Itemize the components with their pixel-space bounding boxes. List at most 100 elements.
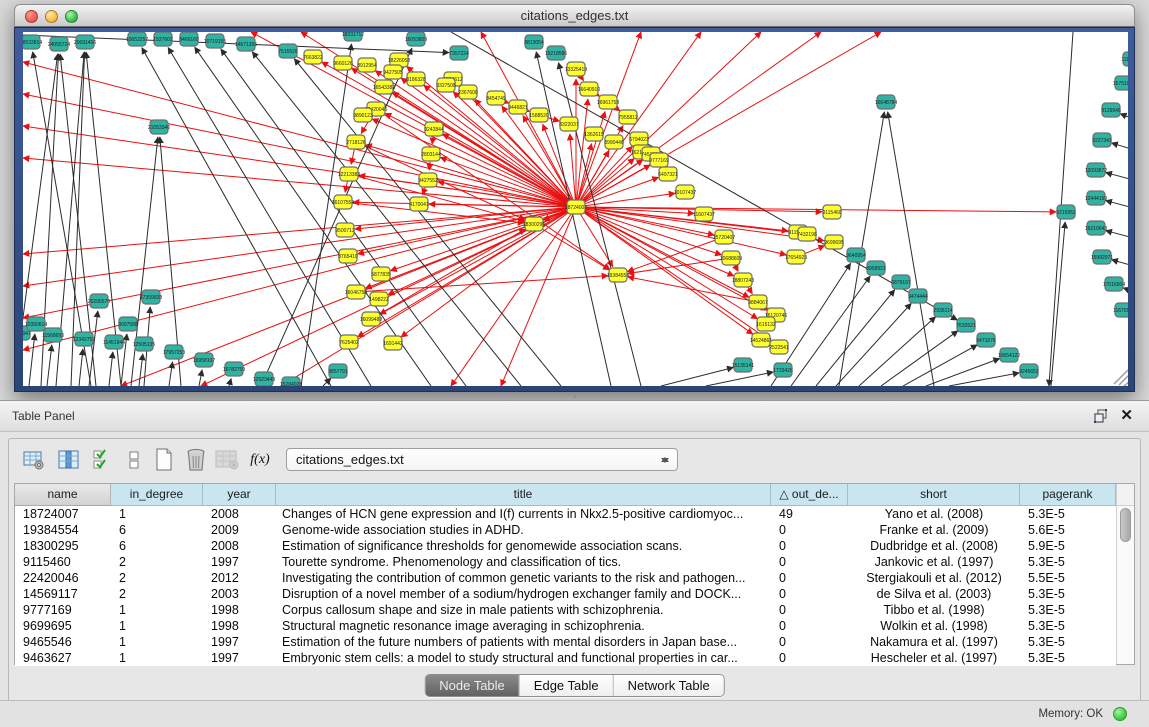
graph-node[interactable]: 1588520 bbox=[529, 108, 549, 122]
table-row[interactable]: 946362711997Embryonic stem cells: a mode… bbox=[15, 650, 1116, 666]
function-builder-icon[interactable]: f(x) bbox=[247, 447, 273, 473]
graph-node[interactable]: 1615132 bbox=[756, 317, 776, 331]
table-cell[interactable]: 0 bbox=[771, 586, 848, 602]
graph-node[interactable]: 7663822 bbox=[303, 50, 323, 64]
table-cell[interactable]: Hescheler et al. (1997) bbox=[848, 650, 1020, 666]
graph-edge[interactable] bbox=[79, 349, 83, 386]
graph-node[interactable]: 11607437 bbox=[693, 207, 715, 221]
graph-node[interactable]: 10688609 bbox=[720, 251, 742, 265]
graph-node[interactable]: 17359928 bbox=[140, 290, 162, 304]
graph-node[interactable]: 7632621 bbox=[956, 318, 976, 332]
table-cell[interactable]: Investigating the contribution of common… bbox=[276, 570, 771, 586]
graph-node[interactable]: 9446821 bbox=[508, 100, 528, 114]
table-cell[interactable]: Disruption of a novel member of a sodium… bbox=[276, 586, 771, 602]
graph-edge[interactable] bbox=[926, 358, 1000, 386]
graph-edge[interactable] bbox=[706, 372, 773, 386]
graph-node[interactable]: 10350614 bbox=[25, 317, 47, 331]
table-cell[interactable]: 5.3E-5 bbox=[1020, 586, 1116, 602]
table-cell[interactable]: 5.3E-5 bbox=[1020, 634, 1116, 650]
graph-edge[interactable] bbox=[261, 48, 412, 386]
graph-node[interactable]: 12923448 bbox=[253, 372, 275, 386]
graph-node[interactable]: 9227343 bbox=[1092, 133, 1112, 147]
graph-node[interactable]: 7955812 bbox=[618, 110, 638, 124]
scrollbar-thumb[interactable] bbox=[1120, 508, 1131, 542]
graph-node[interactable]: 15135141 bbox=[732, 358, 754, 372]
table-cell[interactable]: Genome-wide association studies in ADHD. bbox=[276, 522, 771, 538]
graph-node[interactable]: 7432198 bbox=[797, 227, 817, 241]
table-cell[interactable]: de Silva et al. (2003) bbox=[848, 586, 1020, 602]
graph-node[interactable]: 16961758 bbox=[597, 95, 619, 109]
graph-node[interactable]: 9327508 bbox=[436, 78, 456, 92]
table-cell[interactable]: Estimation of the future numbers of pati… bbox=[276, 634, 771, 650]
graph-node[interactable]: 15751074 bbox=[1113, 76, 1128, 90]
graph-node[interactable]: 1733426 bbox=[773, 363, 793, 377]
graph-node[interactable]: 9129946 bbox=[1101, 103, 1121, 117]
table-cell[interactable]: Corpus callosum shape and size in male p… bbox=[276, 602, 771, 618]
table-cell[interactable]: 2003 bbox=[203, 586, 276, 602]
graph-node[interactable]: 9699695 bbox=[824, 235, 844, 249]
table-cell[interactable]: Stergiakouli et al. (2012) bbox=[848, 570, 1020, 586]
table-row[interactable]: 2242004622012Investigating the contribut… bbox=[15, 570, 1116, 586]
graph-node[interactable]: 9857791 bbox=[328, 364, 348, 378]
table-cell[interactable]: Tourette syndrome. Phenomenology and cla… bbox=[276, 554, 771, 570]
new-table-icon[interactable] bbox=[151, 447, 177, 473]
tab-edge-table[interactable]: Edge Table bbox=[519, 675, 613, 696]
table-cell[interactable]: 6 bbox=[111, 522, 203, 538]
graph-node[interactable]: 4170041 bbox=[409, 197, 429, 211]
memory-ok-indicator-icon[interactable] bbox=[1113, 707, 1127, 721]
graph-node[interactable]: 17016504 bbox=[1103, 277, 1125, 291]
table-cell[interactable]: 9115460 bbox=[15, 554, 111, 570]
graph-node[interactable]: 2522541 bbox=[769, 340, 789, 354]
graph-node[interactable]: 10653257 bbox=[126, 32, 148, 46]
graph-node[interactable]: 8322037 bbox=[559, 117, 579, 131]
graph-edge[interactable] bbox=[380, 207, 576, 314]
graph-node[interactable]: 1527602 bbox=[153, 32, 173, 46]
graph-edge[interactable] bbox=[109, 352, 113, 386]
network-canvas[interactable]: 1853381424055724206914061065325715276028… bbox=[23, 32, 1128, 386]
graph-edge[interactable] bbox=[881, 331, 958, 386]
graph-node[interactable]: 16099489 bbox=[360, 312, 382, 326]
graph-node[interactable]: 8912954 bbox=[357, 58, 377, 72]
table-cell[interactable]: 5.3E-5 bbox=[1020, 602, 1116, 618]
table-cell[interactable]: 9699695 bbox=[15, 618, 111, 634]
table-cell[interactable]: 1 bbox=[111, 602, 203, 618]
table-row[interactable]: 946554611997Estimation of the future num… bbox=[15, 634, 1116, 650]
graph-edge[interactable] bbox=[791, 276, 870, 386]
graph-node[interactable]: 9884067 bbox=[748, 295, 768, 309]
table-cell[interactable]: 2 bbox=[111, 570, 203, 586]
table-cell[interactable]: 0 bbox=[771, 554, 848, 570]
graph-edge[interactable] bbox=[29, 334, 35, 386]
table-cell[interactable]: 5.3E-5 bbox=[1020, 650, 1116, 666]
table-row[interactable]: 1872400712008Changes of HCN gene express… bbox=[15, 506, 1116, 522]
graph-node[interactable]: 1498222 bbox=[369, 292, 389, 306]
table-cell[interactable]: 0 bbox=[771, 618, 848, 634]
graph-node[interactable]: 8958923 bbox=[866, 261, 886, 275]
select-column-icon[interactable] bbox=[56, 447, 82, 473]
graph-node[interactable]: 18807243 bbox=[732, 273, 754, 287]
table-cell[interactable]: 5.9E-5 bbox=[1020, 538, 1116, 554]
table-cell[interactable]: 18300295 bbox=[15, 538, 111, 554]
table-cell[interactable]: 5.6E-5 bbox=[1020, 522, 1116, 538]
graph-edge[interactable] bbox=[949, 373, 1019, 386]
table-settings-icon[interactable] bbox=[21, 447, 47, 473]
table-cell[interactable]: 14569117 bbox=[15, 586, 111, 602]
graph-node[interactable]: 5877835 bbox=[371, 267, 391, 281]
graph-node[interactable]: 13325419 bbox=[565, 62, 587, 76]
graph-node[interactable]: 16210643 bbox=[1085, 221, 1107, 235]
graph-edge[interactable] bbox=[576, 207, 753, 334]
tab-node-table[interactable]: Node Table bbox=[425, 675, 519, 696]
table-cell[interactable]: 9463627 bbox=[15, 650, 111, 666]
table-cell[interactable]: 1997 bbox=[203, 554, 276, 570]
graph-node[interactable]: 16053809 bbox=[405, 32, 427, 46]
graph-node[interactable]: 8471676 bbox=[976, 333, 996, 347]
float-window-icon[interactable] bbox=[1093, 408, 1109, 424]
graph-node[interactable]: 8990448 bbox=[604, 135, 624, 149]
column-header-3[interactable]: title bbox=[276, 484, 771, 506]
graph-node[interactable]: 1362615 bbox=[584, 127, 604, 141]
graph-node[interactable]: 18331712 bbox=[342, 32, 364, 41]
table-cell[interactable]: 2008 bbox=[203, 538, 276, 554]
graph-node[interactable]: 7357224 bbox=[449, 46, 469, 60]
graph-node[interactable]: 15992971 bbox=[1091, 250, 1113, 264]
graph-node[interactable]: 15720407 bbox=[713, 230, 735, 244]
graph-edge[interactable] bbox=[169, 362, 173, 386]
